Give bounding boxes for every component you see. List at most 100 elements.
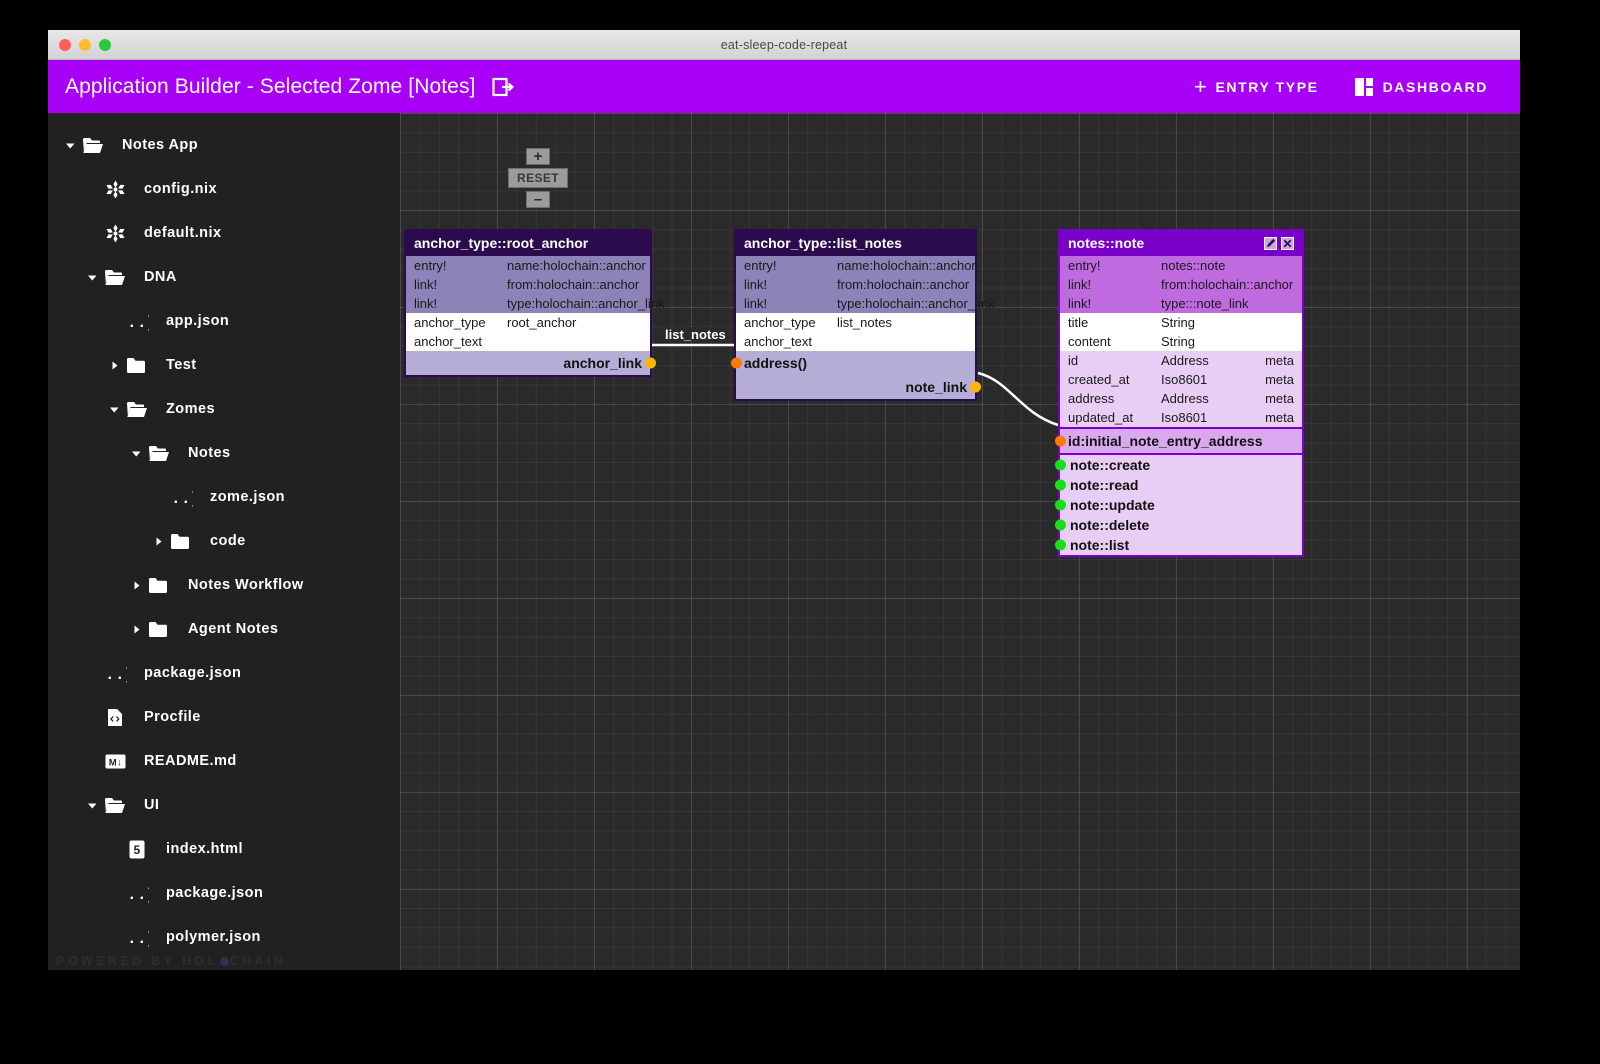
property-type: Iso8601: [1161, 371, 1258, 388]
card-link-out-row[interactable]: anchor_link: [406, 351, 650, 375]
link-out-port[interactable]: [645, 358, 656, 369]
method-label: note::update: [1070, 497, 1155, 513]
attribute-value: root_anchor: [507, 314, 642, 331]
card-title-bar: notes::note: [1060, 231, 1302, 256]
method-label: note::create: [1070, 457, 1150, 473]
sidebar-item-test[interactable]: Test: [48, 343, 400, 387]
card-method-row[interactable]: note::create: [1060, 455, 1302, 475]
maximize-window-button[interactable]: [99, 39, 111, 51]
property-type: Address: [1161, 390, 1258, 407]
meta-row: link! from:holochain::anchor: [406, 275, 650, 294]
link-in-port[interactable]: [1055, 436, 1066, 447]
json-icon: {..}: [122, 884, 152, 903]
meta-key: link!: [1068, 276, 1161, 293]
card-method-row[interactable]: note::list: [1060, 535, 1302, 555]
card-link-in-row[interactable]: id:initial_note_entry_address: [1060, 427, 1302, 455]
sidebar-item-package-json[interactable]: {..} package.json: [48, 871, 400, 915]
method-port[interactable]: [1055, 460, 1066, 471]
sidebar-item-code[interactable]: code: [48, 519, 400, 563]
card-meta-section: entry! notes::note link! from:holochain:…: [1060, 256, 1302, 313]
card-method-row[interactable]: note::delete: [1060, 515, 1302, 535]
sidebar-item-package-json[interactable]: {..}package.json: [48, 651, 400, 695]
minimize-window-button[interactable]: [79, 39, 91, 51]
sidebar-item-agent-notes[interactable]: Agent Notes: [48, 607, 400, 651]
card-title-actions: [1263, 236, 1294, 250]
method-port[interactable]: [1055, 500, 1066, 511]
window-traffic-lights: [59, 39, 111, 51]
chevron-right-icon[interactable]: [128, 624, 144, 635]
sidebar-item-ui[interactable]: UI: [48, 783, 400, 827]
brand-suffix: CHAIN: [230, 954, 287, 968]
meta-value: from:holochain::anchor: [837, 276, 969, 293]
sidebar-item-app-json[interactable]: {..}app.json: [48, 299, 400, 343]
sidebar-item-readme-md[interactable]: M↓README.md: [48, 739, 400, 783]
chevron-down-icon[interactable]: [84, 272, 100, 283]
sidebar-item-notes-app[interactable]: Notes App: [48, 123, 400, 167]
method-label: note::list: [1070, 537, 1129, 553]
chevron-right-icon[interactable]: [128, 580, 144, 591]
sidebar-item-notes-workflow[interactable]: Notes Workflow: [48, 563, 400, 607]
sidebar-item-notes[interactable]: Notes: [48, 431, 400, 475]
sidebar-item-zomes[interactable]: Zomes: [48, 387, 400, 431]
card-method-row[interactable]: note::read: [1060, 475, 1302, 495]
json-icon: {..}: [100, 664, 130, 683]
folder-icon: [122, 357, 152, 374]
zoom-controls: + RESET –: [512, 148, 564, 208]
entity-card-list-notes[interactable]: anchor_type::list_notes entry! name:holo…: [734, 229, 977, 401]
chevron-down-icon[interactable]: [128, 448, 144, 459]
meta-key: entry!: [414, 257, 507, 274]
sidebar-item-config-nix[interactable]: config.nix: [48, 167, 400, 211]
chevron-down-icon[interactable]: [84, 800, 100, 811]
chevron-down-icon[interactable]: [106, 404, 122, 415]
app-header: Application Builder - Selected Zome [Not…: [48, 60, 1520, 113]
dashboard-button[interactable]: DASHBOARD: [1355, 78, 1488, 96]
zoom-out-button[interactable]: –: [526, 191, 550, 208]
sidebar-item-zome-json[interactable]: {..}zome.json: [48, 475, 400, 519]
chevron-right-icon[interactable]: [150, 536, 166, 547]
entity-card-root-anchor[interactable]: anchor_type::root_anchor entry! name:hol…: [404, 229, 652, 377]
zoom-reset-button[interactable]: RESET: [508, 168, 568, 188]
sidebar-item-label: Notes Workflow: [188, 577, 304, 593]
sidebar-item-label: package.json: [166, 885, 263, 901]
entity-canvas[interactable]: + RESET – anchor_type::root_anchor entry…: [400, 113, 1520, 970]
zoom-in-button[interactable]: +: [526, 148, 550, 165]
card-link-in-row[interactable]: address(): [736, 351, 975, 375]
sidebar-item-index-html[interactable]: 5index.html: [48, 827, 400, 871]
chevron-down-icon[interactable]: [62, 140, 78, 151]
link-in-port[interactable]: [731, 358, 742, 369]
meta-row: link! from:holochain::anchor: [736, 275, 975, 294]
card-link-out-row[interactable]: note_link: [736, 375, 975, 399]
meta-value: from:holochain::anchor: [507, 276, 642, 293]
entity-card-notes-note[interactable]: notes::note: [1058, 229, 1304, 557]
method-port[interactable]: [1055, 520, 1066, 531]
card-attributes-section: title String content String: [1060, 313, 1302, 351]
meta-row: entry! name:holochain::anchor: [736, 256, 975, 275]
property-key: created_at: [1068, 371, 1161, 388]
sidebar-item-label: UI: [144, 797, 159, 813]
method-port[interactable]: [1055, 540, 1066, 551]
sidebar-item-dna[interactable]: DNA: [48, 255, 400, 299]
close-window-button[interactable]: [59, 39, 71, 51]
card-method-row[interactable]: note::update: [1060, 495, 1302, 515]
pencil-icon[interactable]: [1263, 236, 1277, 250]
meta-row: entry! notes::note: [1060, 256, 1302, 275]
chevron-right-icon[interactable]: [106, 360, 122, 371]
card-attributes-section: anchor_type root_anchor anchor_text: [406, 313, 650, 351]
add-entry-type-button[interactable]: + ENTRY TYPE: [1194, 76, 1319, 98]
sidebar-item-label: Procfile: [144, 709, 201, 725]
sidebar-item-label: Agent Notes: [188, 621, 278, 637]
sidebar-item-procfile[interactable]: Procfile: [48, 695, 400, 739]
sidebar-item-label: Zomes: [166, 401, 215, 417]
sidebar-item-polymer-json[interactable]: {..}polymer.json: [48, 915, 400, 959]
property-meta: meta: [1258, 352, 1294, 369]
meta-value: name:holochain::anchor: [507, 257, 646, 274]
sidebar-item-default-nix[interactable]: default.nix: [48, 211, 400, 255]
link-out-port[interactable]: [970, 382, 981, 393]
method-port[interactable]: [1055, 480, 1066, 491]
attribute-key: anchor_text: [414, 333, 507, 350]
close-icon[interactable]: [1280, 236, 1294, 250]
app-window: eat-sleep-code-repeat Application Builde…: [48, 30, 1520, 970]
meta-value: name:holochain::anchor: [837, 257, 976, 274]
card-title-text: anchor_type::list_notes: [744, 235, 967, 251]
logout-icon[interactable]: [492, 76, 514, 98]
